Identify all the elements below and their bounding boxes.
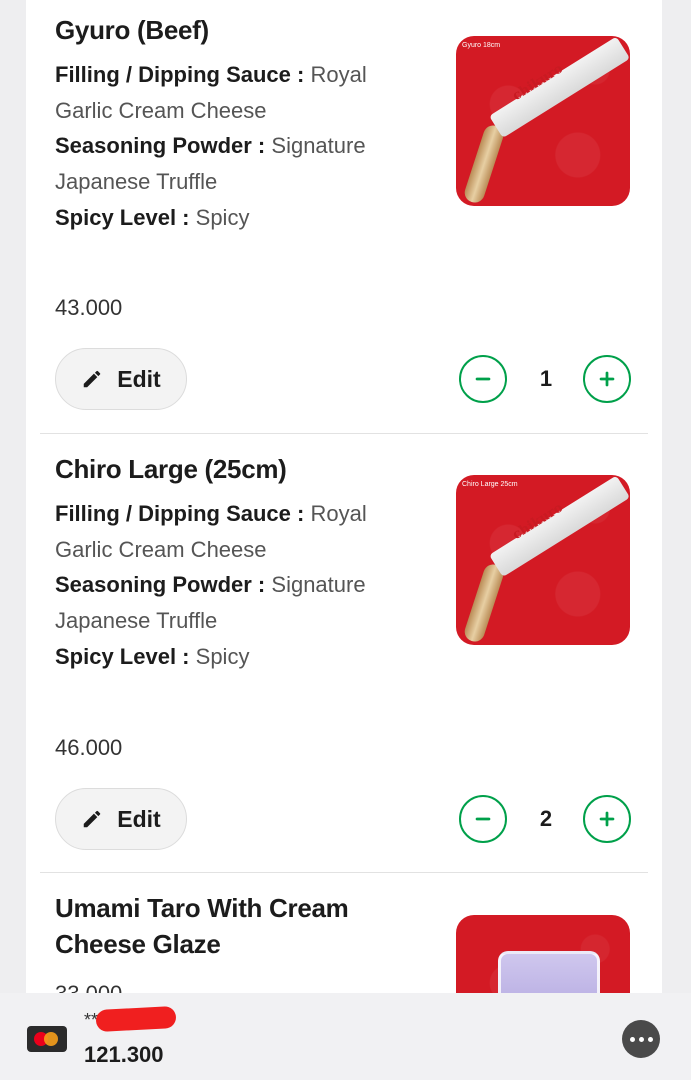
item-price: 46.000 <box>55 735 123 760</box>
edit-button[interactable]: Edit <box>55 348 187 410</box>
item-thumbnail[interactable] <box>456 915 630 993</box>
cart-items-panel: Gyuro (Beef) Filling / Dipping Sauce : R… <box>26 0 662 993</box>
mastercard-icon[interactable] <box>27 1026 67 1052</box>
option-key: Filling / Dipping Sauce : <box>55 501 305 526</box>
item-price: 33.000 <box>55 981 122 993</box>
edit-label: Edit <box>117 805 161 832</box>
order-total: 121.300 <box>84 1042 164 1067</box>
quantity-value: 1 <box>539 366 553 391</box>
mastercard-orange-circle <box>44 1032 58 1046</box>
divider <box>40 433 648 434</box>
item-thumbnail[interactable]: Gyuro 18cm chikuro <box>456 36 630 206</box>
decrease-button[interactable] <box>459 355 507 403</box>
pencil-icon <box>84 370 101 388</box>
option-value: Spicy <box>195 643 250 669</box>
pencil-icon <box>84 810 101 828</box>
option-value: Spicy <box>195 204 250 230</box>
edit-label: Edit <box>117 365 161 392</box>
option-key: Seasoning Powder : <box>55 133 266 159</box>
item-price: 43.000 <box>55 295 123 320</box>
item-name: Umami Taro With Cream Cheese Glaze <box>55 893 349 959</box>
drink-image <box>498 951 600 993</box>
plus-icon <box>599 371 615 387</box>
item-thumbnail[interactable]: Chiro Large 25cm chikuro <box>456 475 630 645</box>
option-key: Seasoning Powder : <box>55 572 266 598</box>
dot <box>629 1036 635 1042</box>
thumbnail-tag: Gyuro 18cm <box>462 42 501 49</box>
divider <box>40 872 648 873</box>
minus-icon <box>475 817 491 821</box>
plus-icon <box>599 811 615 827</box>
increase-button[interactable] <box>583 795 631 843</box>
option-key: Filling / Dipping Sauce : <box>55 62 305 87</box>
minus-icon <box>475 377 491 381</box>
more-horizontal-icon[interactable] <box>622 1020 660 1058</box>
increase-button[interactable] <box>583 355 631 403</box>
decrease-button[interactable] <box>459 795 507 843</box>
dot <box>647 1036 653 1042</box>
dot <box>638 1036 644 1042</box>
quantity-value: 2 <box>539 806 553 831</box>
quantity-stepper: 2 <box>459 795 635 847</box>
item-name: Chiro Large (25cm) <box>55 454 287 484</box>
item-name: Gyuro (Beef) <box>55 15 209 45</box>
item-options: Filling / Dipping Sauce : Royal Garlic C… <box>55 496 405 675</box>
option-key: Spicy Level : <box>55 643 190 669</box>
quantity-stepper: 1 <box>459 355 635 407</box>
edit-button[interactable]: Edit <box>55 788 187 850</box>
item-options: Filling / Dipping Sauce : Royal Garlic C… <box>55 57 405 236</box>
redaction-mark <box>95 1005 177 1033</box>
option-key: Spicy Level : <box>55 204 190 230</box>
thumbnail-tag: Chiro Large 25cm <box>462 481 518 488</box>
